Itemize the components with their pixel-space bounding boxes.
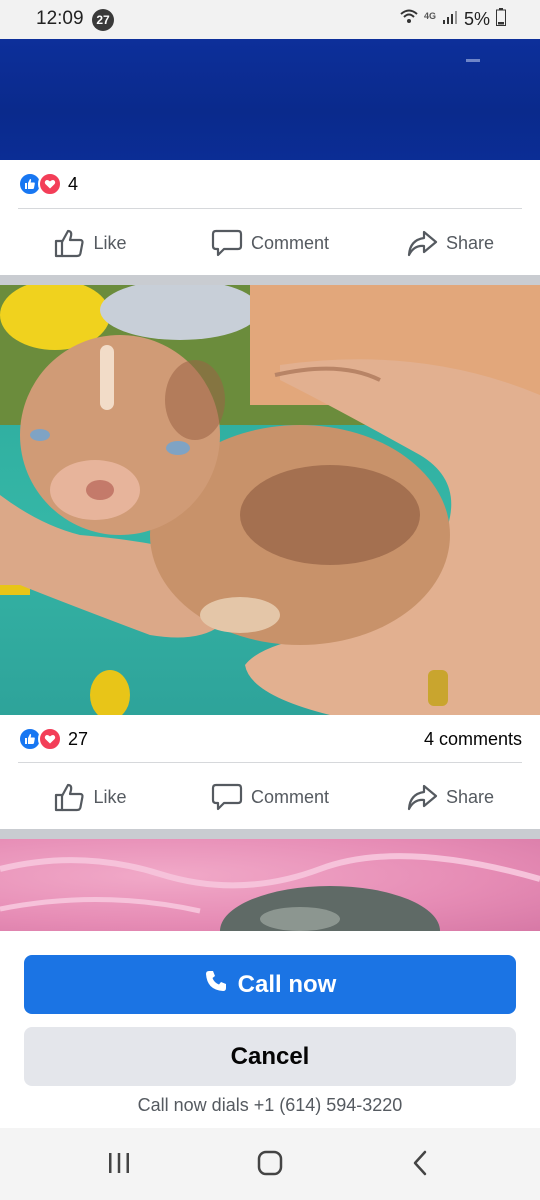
- like-button[interactable]: Like: [0, 210, 180, 276]
- post-photo-puppy[interactable]: [0, 285, 540, 715]
- home-icon: [257, 1150, 283, 1181]
- share-button[interactable]: Share: [360, 210, 540, 276]
- post-photo-pink[interactable]: [0, 839, 540, 931]
- share-icon: [406, 782, 438, 812]
- share-icon: [406, 228, 438, 258]
- divider: [18, 208, 522, 209]
- comment-label: Comment: [250, 232, 330, 253]
- system-nav-bar: [0, 1128, 540, 1200]
- puppy-photo-illustration: [0, 285, 540, 715]
- status-time: 12:09: [36, 8, 84, 29]
- post-photo-blue[interactable]: [0, 39, 540, 160]
- reaction-count: 27: [68, 728, 89, 749]
- comment-icon: [211, 782, 243, 812]
- dial-number-note: Call now dials +1 (614) 594-3220: [137, 1095, 403, 1115]
- comment-label: Comment: [250, 786, 330, 807]
- recent-apps-button[interactable]: [99, 1150, 139, 1180]
- network-type: 4G: [423, 10, 436, 21]
- love-reaction-icon: [38, 172, 62, 196]
- notification-count-badge: 27: [92, 9, 114, 31]
- like-icon: [53, 228, 85, 258]
- share-label: Share: [445, 786, 495, 807]
- share-label: Share: [445, 232, 495, 253]
- reaction-count: 4: [68, 173, 79, 194]
- like-label: Like: [93, 232, 127, 253]
- like-icon: [53, 782, 85, 812]
- home-button[interactable]: [250, 1150, 290, 1180]
- comment-button[interactable]: Comment: [180, 210, 360, 276]
- cancel-label: Cancel: [230, 1042, 310, 1070]
- wifi-icon: [400, 8, 418, 31]
- battery-icon: [496, 8, 506, 31]
- reactions-summary[interactable]: 4: [18, 172, 78, 196]
- back-icon: [411, 1150, 429, 1181]
- signal-icon: [442, 9, 458, 30]
- post-actions: Like Comment Share: [0, 210, 540, 276]
- share-button[interactable]: Share: [360, 764, 540, 830]
- call-bottom-sheet: Call now Cancel Call now dials +1 (614) …: [0, 931, 540, 1128]
- recent-apps-icon: [107, 1152, 131, 1179]
- comment-icon: [211, 228, 243, 258]
- like-label: Like: [93, 786, 127, 807]
- post-actions: Like Comment Share: [0, 764, 540, 830]
- cancel-button[interactable]: Cancel: [24, 1027, 516, 1086]
- status-bar: 12:09 27 4G 5%: [0, 0, 540, 39]
- phone-icon: [204, 969, 228, 1000]
- call-now-label: Call now: [237, 970, 337, 998]
- battery-percent: 5%: [463, 9, 490, 29]
- like-button[interactable]: Like: [0, 764, 180, 830]
- comments-count-link[interactable]: 4 comments: [424, 729, 522, 750]
- comment-button[interactable]: Comment: [180, 764, 360, 830]
- divider: [18, 762, 522, 763]
- reactions-summary[interactable]: 27: [18, 727, 88, 751]
- status-icons: 4G 5%: [400, 8, 506, 31]
- feed-separator: [0, 275, 540, 285]
- feed-separator: [0, 829, 540, 839]
- call-now-button[interactable]: Call now: [24, 955, 516, 1014]
- love-reaction-icon: [38, 727, 62, 751]
- back-button[interactable]: [400, 1150, 440, 1180]
